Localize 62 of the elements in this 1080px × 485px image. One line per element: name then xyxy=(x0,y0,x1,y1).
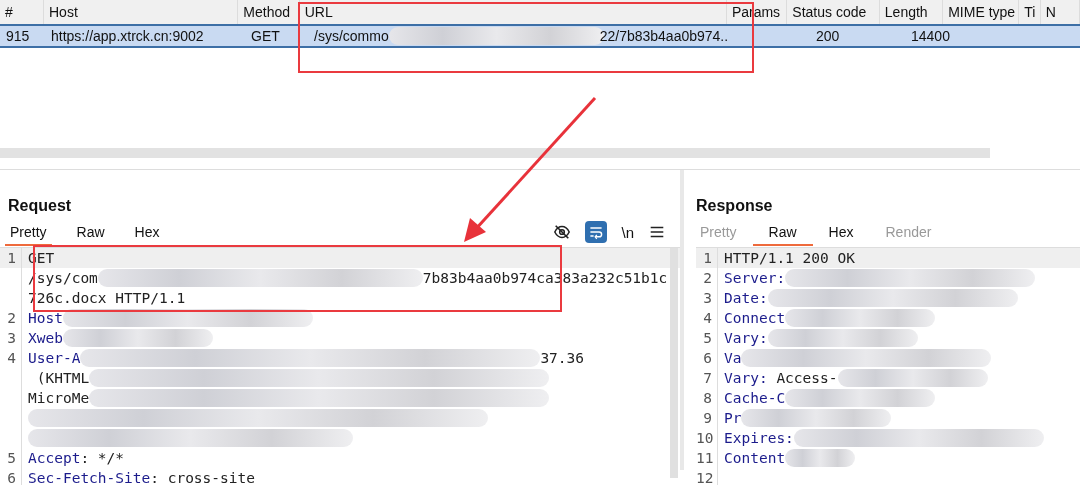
tab[interactable]: Hex xyxy=(129,218,165,246)
scrollbar[interactable] xyxy=(0,148,990,158)
wrap-lines-button[interactable] xyxy=(585,221,608,243)
header-name: Content xyxy=(724,449,786,468)
line-number: 11 xyxy=(696,450,714,466)
code-text: HTTP/1.1 200 OK xyxy=(724,249,855,268)
line-number: 2 xyxy=(7,310,16,326)
header-name: Accept xyxy=(28,449,81,468)
line-number: 4 xyxy=(7,350,16,366)
header-name: Vary: xyxy=(724,329,768,348)
header-name: Host xyxy=(28,309,63,328)
line-number: 7 xyxy=(703,370,712,386)
header-name: Server: xyxy=(724,269,786,288)
line-number: 12 xyxy=(696,470,714,485)
table-cell: https://app.xtrck.cn:9002 xyxy=(51,28,204,44)
panel-title: Response xyxy=(696,196,774,216)
table-cell: 200 xyxy=(816,28,840,44)
header-name: Pr xyxy=(724,409,742,428)
tab[interactable]: Raw xyxy=(71,218,110,246)
line-number: 8 xyxy=(703,390,712,406)
header-name: Cache-C xyxy=(724,389,786,408)
header-name: Va xyxy=(724,349,742,368)
line-number: 4 xyxy=(703,310,712,326)
tab[interactable]: Pretty xyxy=(5,218,52,246)
scrollbar[interactable] xyxy=(670,248,678,478)
code-text: MicroMe xyxy=(28,389,90,408)
header-name: Vary: xyxy=(724,369,768,388)
table-cell: /sys/commo xyxy=(314,28,389,44)
wrap-icon xyxy=(588,224,605,240)
panel-title: Request xyxy=(7,196,73,216)
tab[interactable]: Hex xyxy=(812,218,870,246)
line-number: 6 xyxy=(703,350,712,366)
header-name: Date: xyxy=(724,289,768,308)
newline-button[interactable]: \n xyxy=(621,223,634,241)
header-name: Xweb xyxy=(28,329,63,348)
line-number: 6 xyxy=(7,470,16,485)
code-text: : */* xyxy=(80,449,125,468)
table-row[interactable]: 915 https://app.xtrck.cn:9002 GET /sys/commo 22/7b83b4aa0b974.. 200 14400 xyxy=(0,24,1080,48)
table-cell: 22/7b83b4aa0b974.. xyxy=(599,28,729,44)
line-number: 10 xyxy=(696,430,714,446)
line-number: 5 xyxy=(703,330,712,346)
hidden-eye-icon[interactable] xyxy=(553,223,572,241)
line-number: 3 xyxy=(703,290,712,306)
header-name: Sec-Fetch-Site xyxy=(28,469,151,485)
table-cell: 14400 xyxy=(911,28,950,44)
tab[interactable]: Raw xyxy=(752,218,813,246)
line-number: 9 xyxy=(703,410,712,426)
line-number: 1 xyxy=(703,250,712,266)
line-number: 2 xyxy=(703,270,712,286)
header-name: Connect xyxy=(724,309,786,328)
blurred-text xyxy=(785,449,856,467)
line-number: 1 xyxy=(7,250,16,266)
code-text: (KHTML xyxy=(35,369,90,388)
table-cell: 915 xyxy=(6,28,30,44)
line-number: 3 xyxy=(7,330,16,346)
line-number: 5 xyxy=(7,450,16,466)
header-name: User-A xyxy=(28,349,81,368)
code-text: Access- xyxy=(775,369,838,388)
header-name: Expires: xyxy=(724,429,794,448)
code-text: : cross-site xyxy=(150,469,255,485)
table-cell: GET xyxy=(251,28,280,44)
code-text: 37.36 xyxy=(540,349,585,368)
